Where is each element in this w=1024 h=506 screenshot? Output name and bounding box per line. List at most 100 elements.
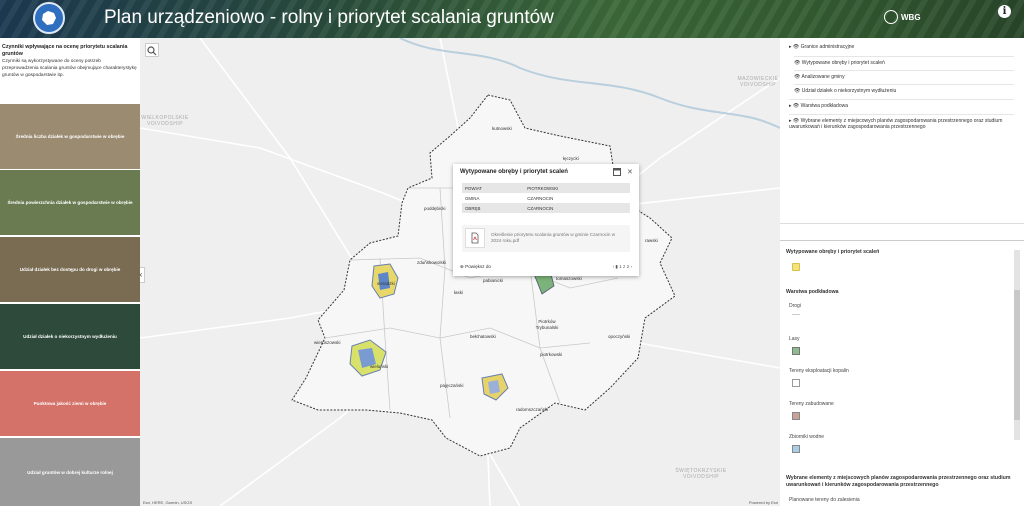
map-label-kutnowski: kutnowski	[492, 126, 512, 131]
layer-label: Wybrane elementy z miejscowych planów za…	[789, 118, 1003, 130]
popup-title: Wytypowane obręby i priorytet scaleń	[460, 169, 568, 175]
layer-list: ▸ 👁 Granice administracyjne 👁 Wytypowane…	[780, 38, 1024, 224]
region-label-mazowieckie: MAZOWIECKIE VOIVODSHIP	[737, 76, 779, 88]
layer-label: Granice administracyjne	[800, 44, 855, 50]
eye-icon: 👁	[794, 74, 801, 80]
factor-button-5[interactable]: Punktowa jakość ziemi w obrębie	[0, 371, 140, 436]
legend-swatch-zbiorniki	[792, 445, 800, 453]
legend-item-label: Tereny eksploatacji kopalin	[789, 368, 849, 374]
eye-icon: 👁	[794, 88, 801, 94]
zoom-to-button[interactable]: ⊕ Powiększ do	[460, 264, 491, 270]
factor-button-3[interactable]: Udział działek bez dostępu do drogi w ob…	[0, 237, 140, 302]
map-label-pabianicki: pabianicki	[483, 278, 504, 283]
legend-item-label: Tereny zabudowane	[789, 401, 834, 407]
map-view[interactable]: ‹ kutnowski łęczycki poddębicki zduńskow…	[140, 38, 780, 506]
region-map-icon	[42, 11, 56, 25]
legend-scrollbar[interactable]	[1014, 250, 1020, 440]
layer-item-mpzp[interactable]: ▸ 👁 Wybrane elementy z miejscowych planó…	[789, 114, 1014, 130]
factor-button-6[interactable]: Udział gruntów w dobrej kulturze rolnej	[0, 438, 140, 506]
popup-pagination[interactable]: ‹ ▮ 1 z 2 ›	[613, 264, 632, 270]
collapse-panel-button[interactable]: ‹	[140, 267, 145, 283]
layer-item-warstwa[interactable]: ▸ 👁 Warstwa podkładowa	[789, 99, 1014, 109]
map-label-laski: łaski	[454, 290, 464, 295]
factor-button-label: Udział działek bez dostępu do drogi w ob…	[19, 267, 121, 272]
factor-button-1[interactable]: Średnia liczba działek w gospodarstwie w…	[0, 104, 140, 169]
map-label-wielunski: wieluński	[370, 364, 389, 369]
legend-swatch-lasy	[792, 347, 800, 355]
powered-by[interactable]: Powered by Esri	[749, 500, 778, 505]
region-label-wielkopolskie: WIELKOPOLSKIE VOIVODSHIP	[141, 115, 189, 127]
map-label-sieradzki: sieradzki	[377, 281, 395, 286]
layer-item-wytypowane[interactable]: 👁 Wytypowane obręby i priorytet scaleń	[794, 56, 1014, 66]
factors-title: Czynniki wpływające na ocenę priorytetu …	[2, 44, 128, 57]
pdf-file-name: Określenie priorytetu scalania gruntów w…	[491, 232, 616, 243]
legend-item-label: Lasy	[789, 336, 800, 342]
legend-swatch-drogi	[792, 314, 800, 315]
legend-panel: Wytypowane obręby i priorytet scaleń War…	[780, 240, 1024, 506]
map-label-belchatowski: bełchatowski	[470, 334, 496, 339]
map-label-pajeczanski: pajęczański	[440, 383, 464, 388]
map-search-button[interactable]	[145, 43, 159, 57]
legend-swatch-kopaliny	[792, 379, 800, 387]
map-attribution: Esri, HERE, Garmin, USGS	[143, 500, 193, 505]
legend-item-label: Planowane tereny do zalesienia	[789, 497, 860, 503]
map-label-radomszczanski: radomszczański	[516, 407, 549, 412]
attr-key: GMINA	[465, 195, 480, 201]
wbg-logo: WBG	[884, 10, 921, 24]
brand-text: WBG	[901, 12, 921, 22]
pdf-attachment[interactable]: Określenie priorytetu scalania gruntów w…	[462, 225, 630, 252]
factors-panel: Czynniki wpływające na ocenę priorytetu …	[0, 38, 140, 506]
dock-icon[interactable]	[613, 168, 621, 178]
factor-button-label: Punktowa jakość ziemi w obrębie	[33, 401, 107, 406]
map-label-zdunskowolski: zduńskowolski	[417, 260, 447, 265]
factors-intro: Czynniki wpływające na ocenę priorytetu …	[0, 38, 140, 104]
eye-icon: 👁	[792, 44, 800, 50]
map-label-rawski: rawski	[645, 238, 658, 243]
factor-button-label: Udział działek o niekorzystnym wydłużeni…	[23, 334, 117, 339]
layer-item-udzial[interactable]: 👁 Udział działek o niekorzystnym wydłuże…	[794, 84, 1014, 94]
pdf-icon	[465, 228, 485, 248]
map-label-leczycki: łęczycki	[563, 156, 579, 161]
layer-item-gminy[interactable]: 👁 Analizowane gminy	[794, 70, 1014, 80]
zoom-to-label: Powiększ do	[465, 264, 491, 269]
eye-icon: 👁	[794, 60, 801, 66]
map-label-piotrkowski: piotrkowski	[540, 352, 563, 357]
app-root: Plan urządzeniowo - rolny i priorytet sc…	[0, 0, 1024, 506]
pagination-label: 1 z 2	[619, 264, 630, 269]
map-label-wieruszowski: wieruszowski	[314, 340, 341, 345]
attr-key: POWIAT	[462, 183, 525, 193]
factors-description: Czynniki są wykorzystywane do oceny potr…	[2, 59, 137, 78]
map-label-opoczynski: opoczyński	[608, 334, 631, 339]
close-icon[interactable]: ✕	[627, 168, 633, 176]
factor-button-4[interactable]: Udział działek o niekorzystnym wydłużeni…	[0, 304, 140, 369]
map-label-poddebicki: poddębicki	[424, 206, 446, 211]
table-row: POWIAT PIOTRKOWSKI	[462, 183, 630, 193]
legend-section-title: Warstwa podkładowa	[786, 289, 839, 295]
attr-key: OBRĘB	[462, 203, 525, 213]
table-row: OBRĘB CZARNOCIN	[462, 203, 630, 213]
attr-value: CZARNOCIN	[527, 195, 554, 201]
layer-label: Wytypowane obręby i priorytet scaleń	[801, 60, 885, 66]
factor-button-label: Udział gruntów w dobrej kulturze rolnej	[27, 469, 113, 475]
legend-item-label: Zbiorniki wodne	[789, 434, 825, 440]
legend-item-label: Drogi	[789, 303, 801, 309]
legend-section-title: Wytypowane obręby i priorytet scaleń	[786, 249, 880, 255]
layer-item-granice[interactable]: ▸ 👁 Granice administracyjne	[789, 44, 854, 50]
map-label-tomaszowski: tomaszowski	[556, 276, 582, 281]
layer-label: Udział działek o niekorzystnym wydłużeni…	[801, 88, 897, 94]
factor-button-2[interactable]: Średnia powierzchnia działek w gospodars…	[0, 170, 140, 235]
info-icon[interactable]: i	[998, 5, 1011, 18]
globe-icon	[884, 10, 898, 24]
eye-icon: 👁	[792, 103, 800, 109]
layer-label: Analizowane gminy	[801, 74, 845, 80]
scrollbar-thumb[interactable]	[1014, 290, 1020, 420]
map-label-piotrkow: Piotrków Trybunalski	[535, 319, 559, 330]
folder-swatch	[792, 263, 800, 271]
feature-popup: Wytypowane obręby i priorytet scaleń ✕ P…	[453, 164, 639, 276]
app-logo	[33, 2, 65, 34]
page-title: Plan urządzeniowo - rolny i priorytet sc…	[104, 7, 554, 28]
legend-section-title: Wybrane elementy z miejscowych planów za…	[786, 475, 1011, 488]
region-label-swietokrzyskie: ŚWIĘTOKRZYSKIE VOIVODSHIP	[675, 468, 727, 480]
factor-button-label: Średnia powierzchnia działek w gospodars…	[7, 200, 133, 205]
layer-label: Warstwa podkładowa	[800, 103, 848, 109]
